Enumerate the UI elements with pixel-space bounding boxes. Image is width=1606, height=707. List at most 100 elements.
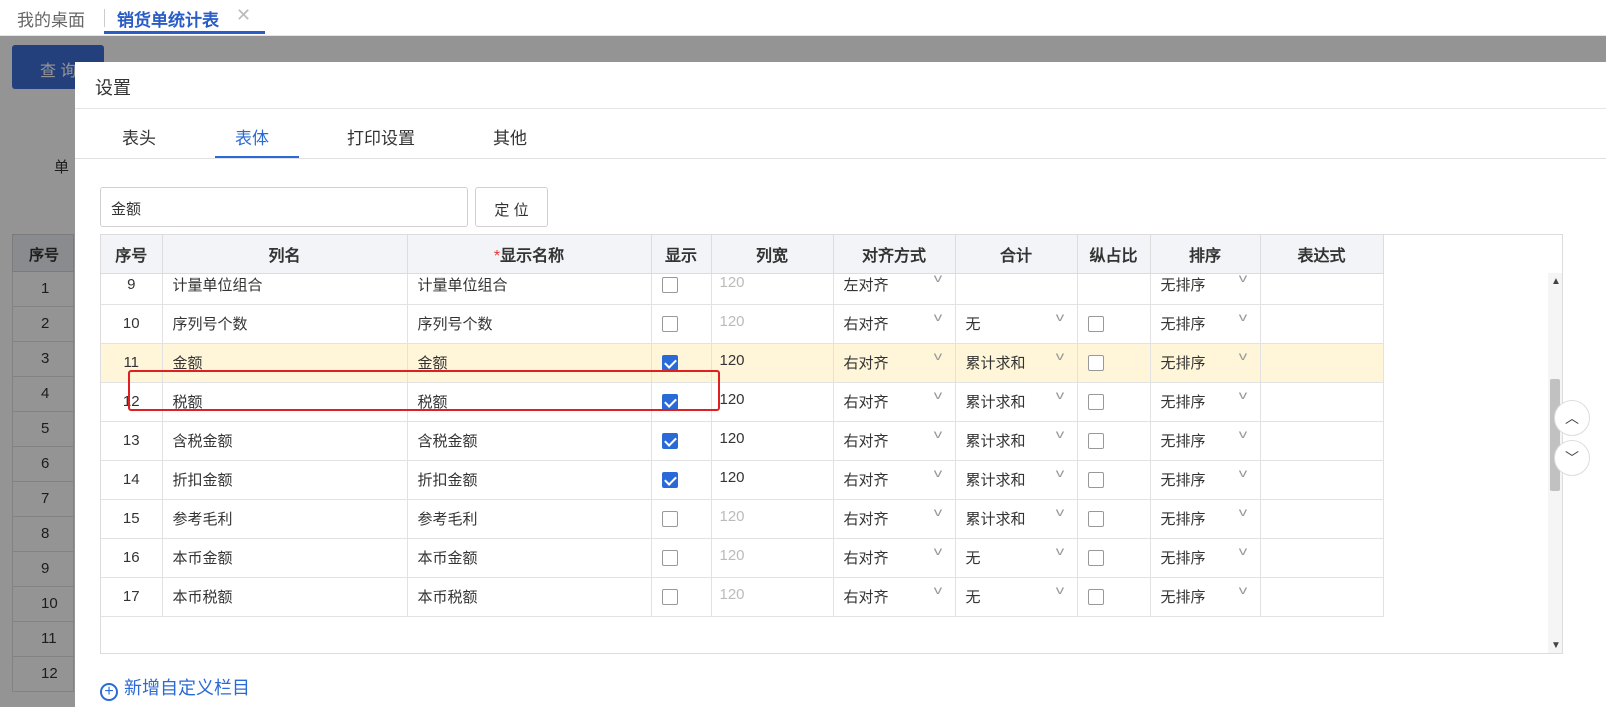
- sort-select[interactable]: 无排序v: [1161, 544, 1250, 568]
- ratio-checkbox[interactable]: [1087, 316, 1104, 333]
- total-select[interactable]: 累计求和 v: [966, 466, 1067, 490]
- cell-display-name[interactable]: 参考毛利: [407, 499, 652, 539]
- tab-print-settings[interactable]: 打印设置: [347, 124, 415, 149]
- show-checkbox[interactable]: [661, 277, 678, 294]
- align-select[interactable]: 右对齐 v: [844, 388, 945, 412]
- table-row[interactable]: 13 含税金额 含税金额 120 右对齐 v 累计求和 v 无排序 v: [101, 421, 1384, 461]
- cell-seq: 13: [101, 421, 163, 461]
- cell-expression[interactable]: [1260, 343, 1384, 383]
- table-row[interactable]: 12 税额 税额 120 右对齐 v 累计求和 v 无排序 v: [101, 382, 1384, 422]
- sort-select[interactable]: 无排序v: [1161, 505, 1250, 529]
- cell-display-name[interactable]: 本币税额: [407, 577, 652, 617]
- show-checkbox[interactable]: [661, 589, 678, 606]
- header-seq: 序号: [101, 235, 163, 274]
- ratio-checkbox[interactable]: [1087, 472, 1104, 489]
- table-row[interactable]: 16 本币金额 本币金额 120 右对齐 v 无 v 无排序 v: [101, 538, 1384, 578]
- tab-sales-report[interactable]: 销货单统计表: [117, 6, 219, 31]
- sort-select[interactable]: 无排序v: [1161, 271, 1250, 295]
- total-select[interactable]: 累计求和 v: [966, 505, 1067, 529]
- chevron-down-icon[interactable]: ﹀: [1554, 440, 1590, 476]
- ratio-checkbox[interactable]: [1087, 355, 1104, 372]
- show-checkbox[interactable]: [661, 511, 678, 528]
- cell-width[interactable]: 120: [711, 421, 834, 461]
- columns-table-body: 8数量(主单位)数量(主单位)130右对齐v累计求和v无排序v9计量单位组合计量…: [101, 235, 1384, 617]
- scrollbar-thumb[interactable]: [1550, 379, 1560, 491]
- ratio-checkbox[interactable]: [1087, 394, 1104, 411]
- sort-select[interactable]: 无排序v: [1161, 466, 1250, 490]
- add-custom-column-link[interactable]: + 新增自定义栏目: [100, 674, 250, 701]
- settings-tabs: 表头 表体 打印设置 其他: [75, 110, 1606, 159]
- table-row[interactable]: 17 本币税额 本币税额 120 右对齐 v 无 v 无排序 v: [101, 577, 1384, 617]
- align-select[interactable]: 右对齐 v: [844, 544, 945, 568]
- total-select[interactable]: 无v: [966, 583, 1067, 607]
- cell-width[interactable]: 120: [711, 382, 834, 422]
- tab-body[interactable]: 表体: [235, 124, 269, 149]
- cell-total: 累计求和 v: [955, 421, 1078, 461]
- table-row[interactable]: 11 金额 金额 120 右对齐 v 累计求和 v 无排序 v: [101, 343, 1384, 383]
- tab-header[interactable]: 表头: [122, 124, 156, 149]
- cell-width[interactable]: 120: [711, 538, 834, 578]
- close-icon[interactable]: ✕: [236, 5, 251, 26]
- cell-width[interactable]: 120: [711, 343, 834, 383]
- cell-expression[interactable]: [1260, 421, 1384, 461]
- tab-other[interactable]: 其他: [493, 124, 527, 149]
- cell-expression[interactable]: [1260, 499, 1384, 539]
- table-row[interactable]: 15 参考毛利 参考毛利 120 右对齐 v 累计求和 v 无排序 v: [101, 499, 1384, 539]
- tab-my-desktop[interactable]: 我的桌面: [17, 6, 85, 31]
- cell-display-name[interactable]: 金额: [407, 343, 652, 383]
- sort-select[interactable]: 无排序v: [1161, 349, 1250, 373]
- show-checkbox[interactable]: [661, 472, 678, 489]
- sort-select[interactable]: 无排序v: [1161, 310, 1250, 334]
- total-select[interactable]: 无v: [966, 310, 1067, 334]
- cell-display-name[interactable]: 折扣金额: [407, 460, 652, 500]
- total-select-value: 累计求和: [965, 394, 1026, 411]
- cell-expression[interactable]: [1260, 577, 1384, 617]
- search-input[interactable]: 金额: [100, 187, 468, 227]
- cell-display-name[interactable]: 序列号个数: [407, 304, 652, 344]
- show-checkbox[interactable]: [661, 550, 678, 567]
- cell-expression[interactable]: [1260, 538, 1384, 578]
- columns-table-header: 序号 列名 *显示名称 显示 列宽 对齐方式 合计 纵占比 排序 表达式: [101, 235, 1384, 274]
- cell-display-name[interactable]: 含税金额: [407, 421, 652, 461]
- align-select[interactable]: 右对齐 v: [844, 427, 945, 451]
- sort-select[interactable]: 无排序v: [1161, 583, 1250, 607]
- align-select[interactable]: 左对齐 v: [844, 271, 945, 295]
- align-select[interactable]: 右对齐 v: [844, 583, 945, 607]
- cell-width[interactable]: 120: [711, 577, 834, 617]
- cell-width[interactable]: 120: [711, 460, 834, 500]
- ratio-checkbox[interactable]: [1087, 550, 1104, 567]
- show-checkbox[interactable]: [661, 355, 678, 372]
- sort-select[interactable]: 无排序v: [1161, 388, 1250, 412]
- ratio-checkbox[interactable]: [1087, 433, 1104, 450]
- show-checkbox[interactable]: [661, 394, 678, 411]
- total-select[interactable]: 累计求和 v: [966, 349, 1067, 373]
- total-select[interactable]: 累计求和 v: [965, 388, 1067, 412]
- chevron-down-icon: v: [1238, 427, 1247, 441]
- align-select[interactable]: 右对齐 v: [844, 310, 945, 334]
- locate-button[interactable]: 定 位: [475, 187, 548, 227]
- show-checkbox[interactable]: [661, 433, 678, 450]
- align-select[interactable]: 右对齐 v: [844, 466, 945, 490]
- ratio-checkbox[interactable]: [1087, 511, 1104, 528]
- sort-select[interactable]: 无排序v: [1161, 427, 1250, 451]
- scroll-down-icon[interactable]: ▼: [1551, 640, 1561, 651]
- cell-display-name[interactable]: 税额: [407, 382, 652, 422]
- cell-width[interactable]: 120: [711, 304, 834, 344]
- cell-expression[interactable]: [1260, 304, 1384, 344]
- total-select[interactable]: 累计求和 v: [966, 427, 1067, 451]
- show-checkbox[interactable]: [661, 316, 678, 333]
- align-select[interactable]: 右对齐 v: [844, 505, 945, 529]
- table-row[interactable]: 14 折扣金额 折扣金额 120 右对齐 v 累计求和 v 无排序 v: [101, 460, 1384, 500]
- align-select[interactable]: 右对齐 v: [843, 349, 945, 373]
- cell-expression[interactable]: [1260, 460, 1384, 500]
- scroll-up-icon[interactable]: ▲: [1551, 276, 1561, 287]
- total-select[interactable]: 无v: [966, 544, 1067, 568]
- ratio-checkbox[interactable]: [1087, 589, 1104, 606]
- cell-display-name[interactable]: 本币金额: [407, 538, 652, 578]
- header-ratio: 纵占比: [1077, 235, 1151, 274]
- table-row[interactable]: 10 序列号个数 序列号个数 120 右对齐 v 无 v 无排序 v: [101, 304, 1384, 344]
- cell-expression[interactable]: [1260, 382, 1384, 422]
- chevron-up-icon[interactable]: ︿: [1554, 400, 1590, 436]
- align-select-value: 右对齐: [843, 355, 889, 372]
- cell-width[interactable]: 120: [711, 499, 834, 539]
